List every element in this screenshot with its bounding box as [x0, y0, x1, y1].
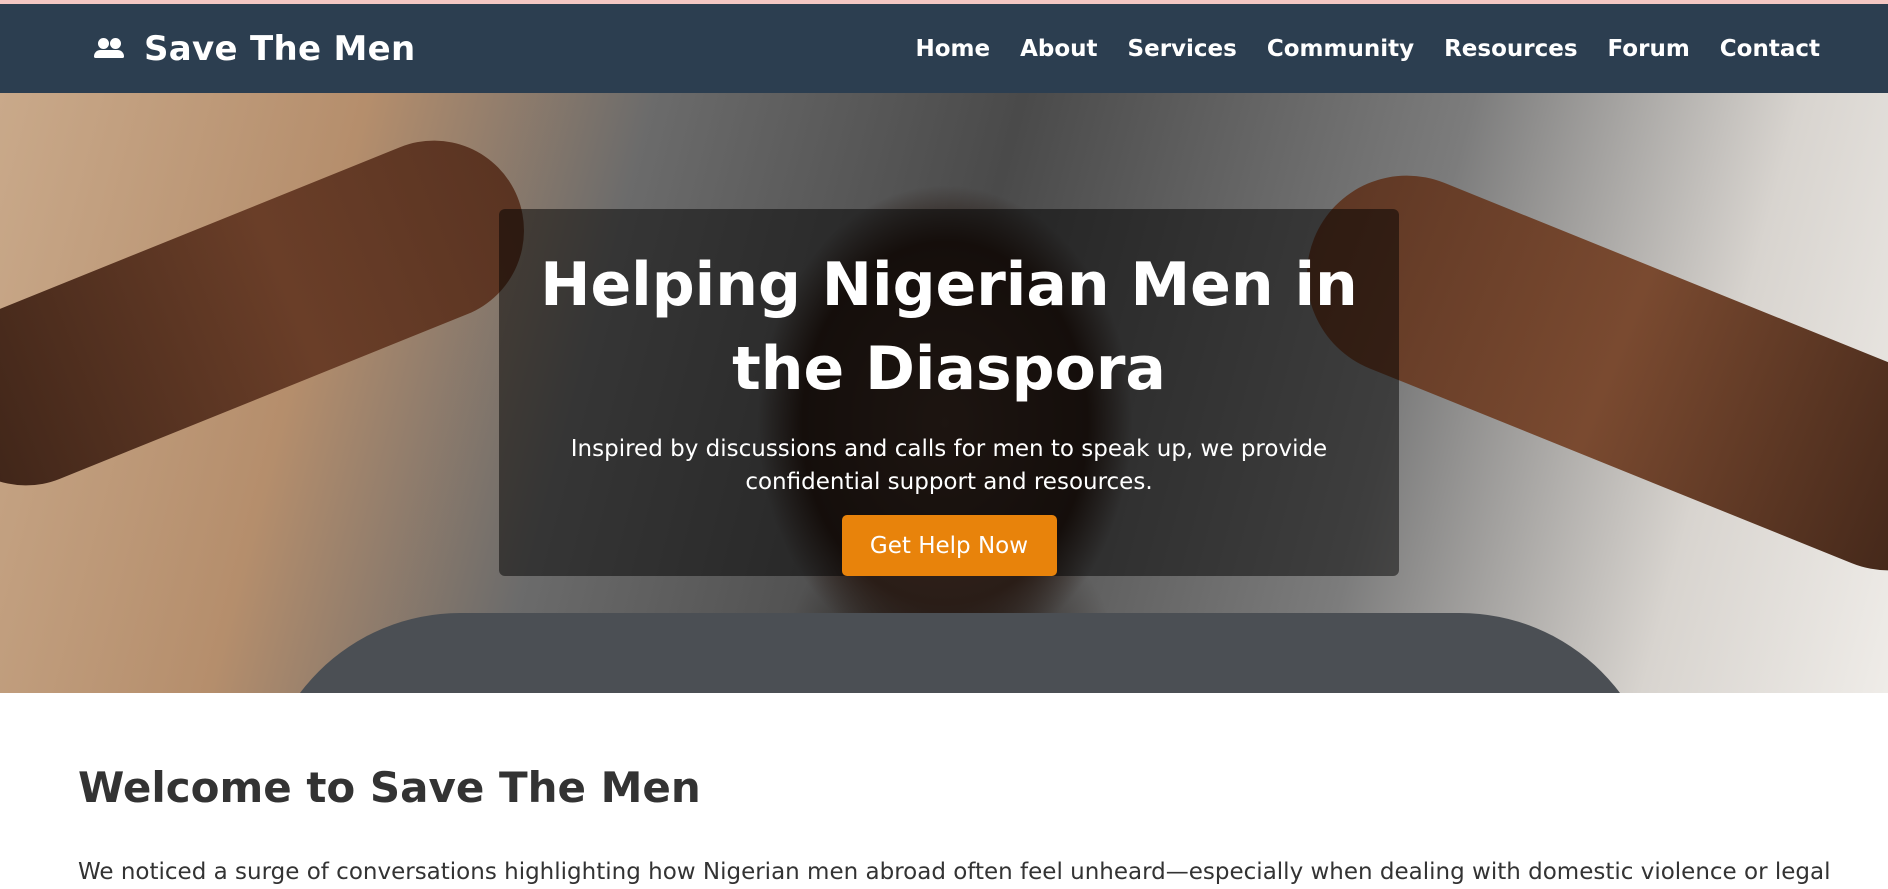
hero-title: Helping Nigerian Men in the Diaspora — [540, 250, 1358, 404]
welcome-section: Welcome to Save The Men We noticed a sur… — [0, 763, 1888, 889]
brand-name: Save The Men — [144, 28, 416, 69]
welcome-heading: Welcome to Save The Men — [78, 763, 701, 812]
nav-contact[interactable]: Contact — [1720, 36, 1820, 62]
hero-section: Helping Nigerian Men in the Diaspora Ins… — [0, 93, 1888, 693]
hero-subtitle: Inspired by discussions and calls for me… — [570, 436, 1328, 495]
nav-services[interactable]: Services — [1128, 36, 1237, 62]
nav-community[interactable]: Community — [1267, 36, 1414, 62]
nav-resources[interactable]: Resources — [1444, 36, 1577, 62]
brand[interactable]: Save The Men — [92, 29, 415, 69]
nav-home[interactable]: Home — [915, 36, 990, 62]
nav-about[interactable]: About — [1020, 36, 1097, 62]
welcome-text: We noticed a surge of conversations high… — [78, 859, 1831, 885]
hero-overlay-box: Helping Nigerian Men in the Diaspora Ins… — [499, 209, 1399, 576]
main-nav: Home About Services Community Resources … — [915, 36, 1820, 62]
get-help-button[interactable]: Get Help Now — [841, 515, 1057, 576]
users-icon — [92, 36, 126, 62]
navbar: Save The Men Home About Services Communi… — [0, 4, 1888, 93]
nav-forum[interactable]: Forum — [1608, 36, 1690, 62]
